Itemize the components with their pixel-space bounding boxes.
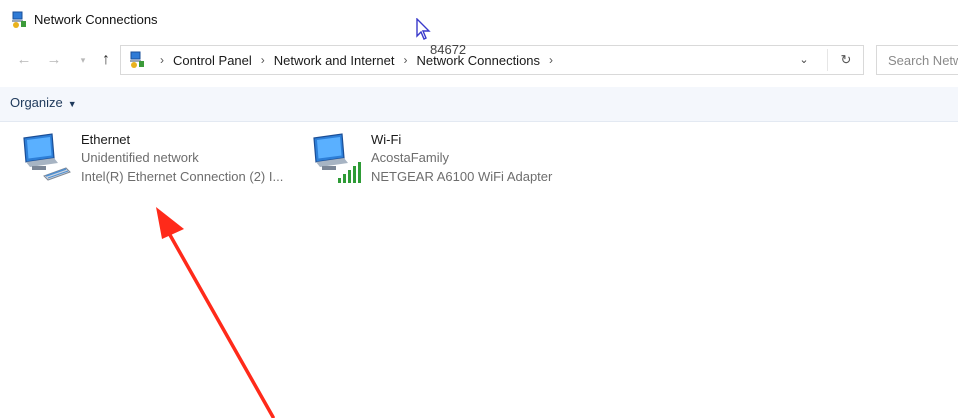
- address-divider: [827, 49, 828, 71]
- address-bar[interactable]: › Control Panel › Network and Internet ›…: [120, 42, 864, 75]
- navigation-bar: ← → ▾ ↑ › Control Panel › Network and In…: [0, 42, 958, 78]
- breadcrumb-separator-icon[interactable]: ›: [160, 53, 164, 67]
- connection-status: Unidentified network: [81, 150, 199, 165]
- command-bar: Organize ▼: [0, 87, 958, 122]
- refresh-icon[interactable]: ↻: [837, 51, 855, 69]
- forward-arrow-icon[interactable]: →: [44, 50, 64, 70]
- up-arrow-icon[interactable]: ↑: [96, 50, 116, 70]
- search-input[interactable]: Search Netw: [876, 45, 958, 75]
- network-connections-app-icon: [12, 11, 26, 28]
- breadcrumb: › Control Panel › Network and Internet ›…: [151, 46, 562, 74]
- breadcrumb-separator-icon[interactable]: ›: [549, 53, 553, 67]
- organize-button[interactable]: Organize ▼: [10, 95, 77, 110]
- mouse-cursor-icon: [416, 18, 431, 40]
- connection-device: NETGEAR A6100 WiFi Adapter: [371, 169, 553, 184]
- annotation-arrow-icon: [156, 207, 275, 418]
- back-arrow-icon[interactable]: ←: [14, 50, 34, 70]
- window-title: Network Connections: [34, 12, 158, 27]
- connection-item-wifi[interactable]: Wi-Fi AcostaFamily NETGEAR A6100 WiFi Ad…: [308, 130, 588, 190]
- wifi-adapter-icon: [313, 133, 361, 183]
- connection-item-ethernet[interactable]: Ethernet Unidentified network Intel(R) E…: [18, 130, 298, 190]
- connection-device: Intel(R) Ethernet Connection (2) I...: [81, 169, 284, 184]
- caret-down-icon: ▼: [67, 99, 77, 109]
- search-placeholder: Search Netw: [888, 53, 958, 68]
- organize-label: Organize: [10, 95, 63, 110]
- chevron-down-icon[interactable]: ⌄: [796, 52, 812, 68]
- recent-locations-chevron-icon[interactable]: ▾: [73, 50, 93, 70]
- connection-name: Ethernet: [81, 132, 131, 147]
- connection-status: AcostaFamily: [371, 150, 450, 165]
- ethernet-adapter-icon: [23, 133, 71, 181]
- connection-name: Wi-Fi: [371, 132, 402, 147]
- title-bar: Network Connections: [0, 0, 958, 40]
- breadcrumb-separator-icon[interactable]: ›: [261, 53, 265, 67]
- breadcrumb-separator-icon[interactable]: ›: [403, 53, 407, 67]
- breadcrumb-network-and-internet[interactable]: Network and Internet: [274, 53, 395, 68]
- breadcrumb-control-panel[interactable]: Control Panel: [173, 53, 252, 68]
- overlay-number: 84672: [430, 42, 467, 57]
- control-panel-icon: [130, 51, 144, 68]
